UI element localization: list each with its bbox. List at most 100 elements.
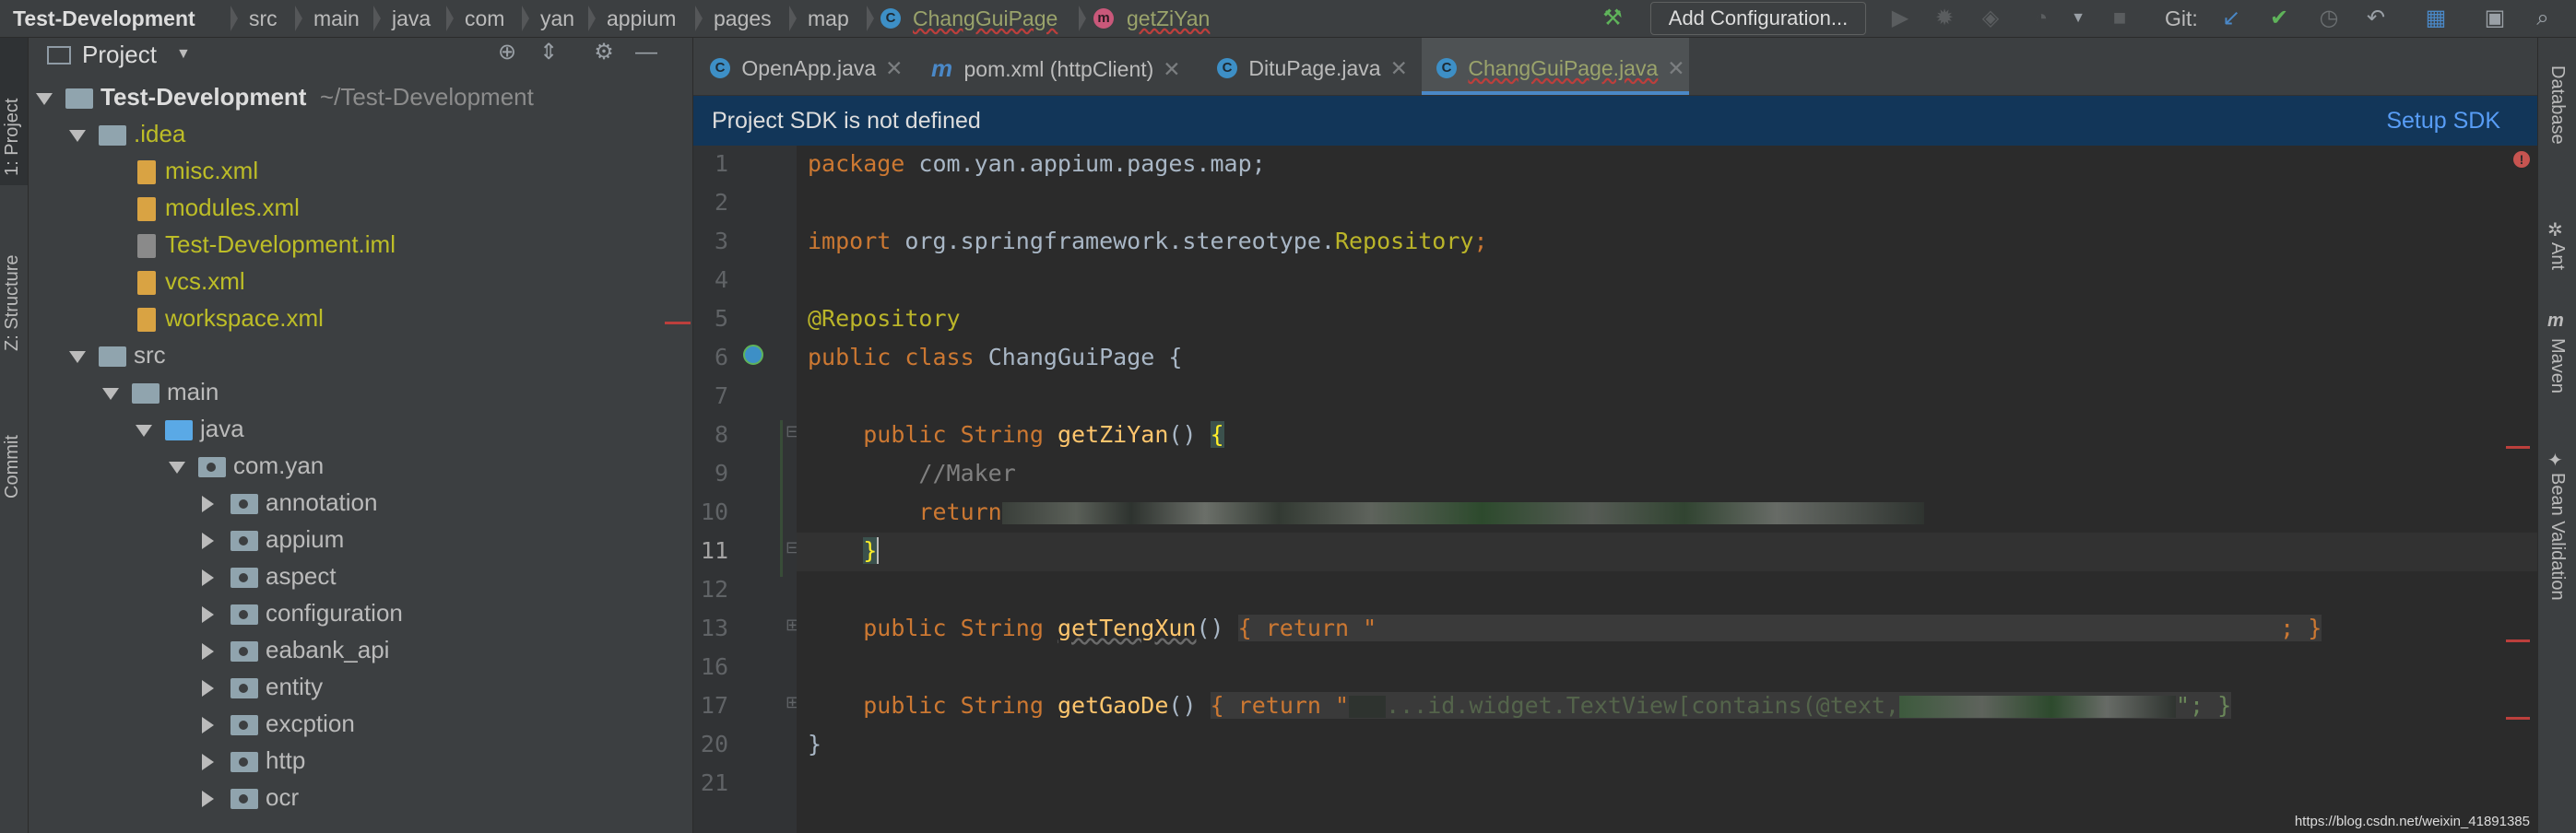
breadcrumb-method[interactable]: getZiYan [1127, 0, 1210, 37]
git-commit-icon[interactable]: ✔ [2266, 6, 2292, 31]
tree-item-ocr[interactable]: ocr [202, 779, 299, 815]
spring-bean-icon[interactable] [743, 345, 763, 365]
tree-item-label: annotation [266, 488, 378, 516]
profile-icon[interactable]: ◔ [2028, 6, 2054, 31]
project-tool-button[interactable]: 1: Project [2, 99, 23, 176]
breadcrumb-map[interactable]: map [808, 0, 849, 37]
tree-item-workspace-xml[interactable]: workspace.xml [137, 299, 324, 336]
coverage-icon[interactable]: ◈ [1978, 6, 2003, 31]
tree-item-annotation[interactable]: annotation [202, 484, 377, 521]
setup-sdk-link[interactable]: Setup SDK [2386, 96, 2500, 146]
collapsed-arrow-icon[interactable] [202, 533, 214, 550]
git-update-icon[interactable]: ↙ [2218, 6, 2244, 31]
expand-arrow-icon[interactable] [69, 129, 86, 142]
close-icon[interactable]: ✕ [885, 56, 903, 80]
collapsed-arrow-icon[interactable] [202, 791, 214, 808]
error-stripe-mark[interactable] [2506, 446, 2530, 449]
tab-changguipage[interactable]: C ChangGuiPage.java ✕ [1422, 38, 1689, 95]
tab-ditupage[interactable]: C DituPage.java ✕ [1217, 38, 1408, 95]
database-tool-button[interactable]: Database [2546, 65, 2568, 145]
tree-item-src[interactable]: src [69, 336, 166, 373]
stop-icon[interactable]: ■ [2107, 6, 2133, 31]
breadcrumb-main[interactable]: main [313, 0, 360, 37]
collapsed-arrow-icon[interactable] [202, 643, 214, 661]
tree-item-configuration[interactable]: configuration [202, 594, 403, 631]
breadcrumb-class[interactable]: ChangGuiPage [913, 0, 1058, 37]
bean-validation-tool-button[interactable]: Bean Validation [2546, 473, 2568, 601]
tab-openapp[interactable]: C OpenApp.java ✕ [710, 38, 903, 95]
expand-arrow-icon[interactable] [102, 387, 119, 400]
tab-label: ChangGuiPage.java [1468, 56, 1659, 80]
breadcrumb-appium[interactable]: appium [607, 0, 676, 37]
project-structure-icon[interactable]: ▦ [2423, 6, 2449, 31]
class-icon: C [710, 57, 730, 78]
tree-item-eabank-api[interactable]: eabank_api [202, 631, 389, 668]
tree-item-idea[interactable]: .idea [69, 115, 185, 152]
code-editor[interactable]: package com.yan.appium.pages.map; import… [780, 146, 2537, 833]
collapsed-arrow-icon[interactable] [202, 680, 214, 698]
tree-item-label: src [134, 341, 166, 369]
expand-arrow-icon[interactable] [69, 350, 86, 363]
breadcrumb-java[interactable]: java [392, 0, 431, 37]
collapsed-arrow-icon[interactable] [202, 717, 214, 734]
tree-item-label: configuration [266, 599, 403, 627]
chevron-down-icon[interactable]: ▼ [2065, 6, 2091, 31]
tab-pom[interactable]: m pom.xml (httpClient) ✕ [931, 38, 1181, 95]
tree-item-modules-xml[interactable]: modules.xml [137, 189, 300, 226]
tree-item-com-yan[interactable]: com.yan [169, 447, 324, 484]
code-line-1: package com.yan.appium.pages.map; [808, 150, 1266, 177]
tree-item-misc-xml[interactable]: misc.xml [137, 152, 258, 189]
breadcrumb-com[interactable]: com [465, 0, 504, 37]
close-icon[interactable]: ✕ [1667, 56, 1684, 80]
add-configuration-button[interactable]: Add Configuration... [1650, 2, 1866, 35]
tree-item-main[interactable]: main [102, 373, 219, 410]
collapsed-arrow-icon[interactable] [202, 569, 214, 587]
history-icon[interactable]: ◷ [2316, 6, 2342, 31]
breadcrumb-yan[interactable]: yan [540, 0, 574, 37]
tree-item-iml[interactable]: Test-Development.iml [137, 226, 396, 263]
close-icon[interactable]: ✕ [1390, 56, 1408, 80]
breadcrumb-pages[interactable]: pages [714, 0, 772, 37]
tree-root[interactable]: Test-Development ~/Test-Development [36, 78, 534, 115]
build-hammer-icon[interactable]: ⚒ [1600, 6, 1625, 31]
error-indicator-icon[interactable]: ! [2513, 151, 2530, 168]
project-panel-title[interactable]: Project [82, 38, 157, 71]
breadcrumb-src[interactable]: src [249, 0, 278, 37]
tree-item-entity[interactable]: entity [202, 668, 323, 705]
tree-item-excption[interactable]: excption [202, 705, 355, 742]
run-icon[interactable]: ▶ [1887, 6, 1913, 31]
chevron-down-icon[interactable]: ▼ [176, 38, 191, 71]
structure-tool-button[interactable]: Z: Structure [2, 255, 23, 351]
package-icon [230, 715, 258, 736]
error-stripe-mark[interactable] [2506, 639, 2530, 642]
error-stripe-mark[interactable] [2506, 717, 2530, 720]
ant-tool-button[interactable]: Ant [2546, 242, 2568, 270]
tree-item-aspect[interactable]: aspect [202, 557, 337, 594]
minimize-icon[interactable]: — [633, 40, 659, 65]
tree-item-appium[interactable]: appium [202, 521, 344, 557]
collapsed-arrow-icon[interactable] [202, 754, 214, 771]
folded-region[interactable]: { return "; } [1237, 615, 2322, 641]
method-icon: m [1093, 8, 1114, 29]
close-icon[interactable]: ✕ [1163, 57, 1180, 81]
tree-item-java[interactable]: java [136, 410, 244, 447]
debug-icon[interactable]: ✹ [1932, 6, 1957, 31]
tree-item-vcs-xml[interactable]: vcs.xml [137, 263, 245, 299]
rollback-icon[interactable]: ↶ [2363, 6, 2389, 31]
commit-tool-button[interactable]: Commit [2, 435, 23, 499]
maven-tool-button[interactable]: Maven [2546, 338, 2568, 393]
expand-arrow-icon[interactable] [36, 92, 53, 105]
locate-icon[interactable]: ⊕ [494, 40, 520, 65]
tree-item-label: misc.xml [165, 157, 259, 184]
gear-icon[interactable]: ⚙ [591, 40, 617, 65]
expand-arrow-icon[interactable] [136, 424, 152, 437]
collapsed-arrow-icon[interactable] [202, 496, 214, 513]
collapsed-arrow-icon[interactable] [202, 606, 214, 624]
presentation-icon[interactable]: ▣ [2482, 6, 2508, 31]
search-icon[interactable]: ⌕ [2530, 6, 2556, 31]
breadcrumb-project[interactable]: Test-Development [13, 0, 195, 37]
expand-arrow-icon[interactable] [169, 461, 185, 474]
tree-item-http[interactable]: http [202, 742, 305, 779]
folded-region[interactable]: { return " ...id.widget.TextView[contains… [1210, 692, 2232, 719]
collapse-all-icon[interactable]: ⇕ [536, 40, 561, 65]
